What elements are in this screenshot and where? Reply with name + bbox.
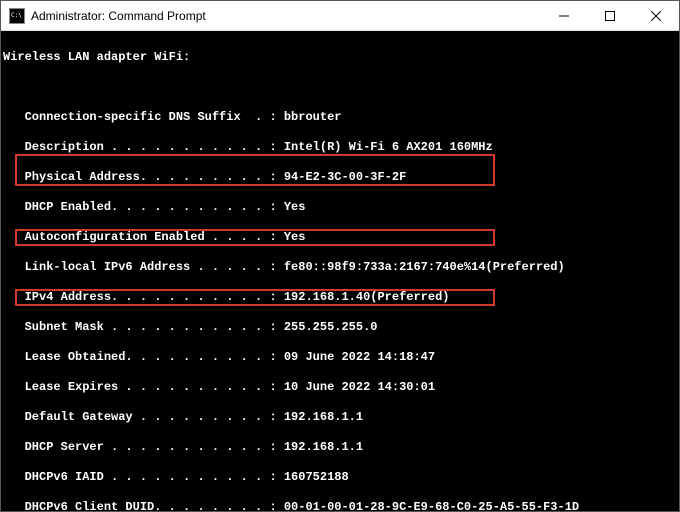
row-lease-exp: Lease Expires . . . . . . . . . . : 10 J… (3, 380, 677, 395)
row-dhcpv6-duid: DHCPv6 Client DUID. . . . . . . . : 00-0… (3, 500, 677, 511)
wifi-header: Wireless LAN adapter WiFi: (3, 50, 677, 65)
row-ipv4: IPv4 Address. . . . . . . . . . . : 192.… (3, 290, 677, 305)
cmd-icon (9, 8, 25, 24)
titlebar-left: Administrator: Command Prompt (1, 8, 206, 24)
terminal-output[interactable]: Wireless LAN adapter WiFi: Connection-sp… (1, 31, 679, 511)
minimize-button[interactable] (541, 1, 587, 30)
window-frame: Administrator: Command Prompt Wireless L… (0, 0, 680, 512)
row-gateway: Default Gateway . . . . . . . . . : 192.… (3, 410, 677, 425)
row-phys-addr: Physical Address. . . . . . . . . : 94-E… (3, 170, 677, 185)
row-dhcp-enabled: DHCP Enabled. . . . . . . . . . . : Yes (3, 200, 677, 215)
row-ll-ipv6: Link-local IPv6 Address . . . . . : fe80… (3, 260, 677, 275)
row-subnet: Subnet Mask . . . . . . . . . . . : 255.… (3, 320, 677, 335)
row-autoconf: Autoconfiguration Enabled . . . . : Yes (3, 230, 677, 245)
maximize-button[interactable] (587, 1, 633, 30)
row-dhcp-server: DHCP Server . . . . . . . . . . . : 192.… (3, 440, 677, 455)
row-dns-suffix: Connection-specific DNS Suffix . : bbrou… (3, 110, 677, 125)
row-lease-obt: Lease Obtained. . . . . . . . . . : 09 J… (3, 350, 677, 365)
titlebar[interactable]: Administrator: Command Prompt (1, 1, 679, 31)
window-buttons (541, 1, 679, 30)
close-button[interactable] (633, 1, 679, 30)
row-dhcpv6-iaid: DHCPv6 IAID . . . . . . . . . . . : 1607… (3, 470, 677, 485)
row-description: Description . . . . . . . . . . . : Inte… (3, 140, 677, 155)
window-title: Administrator: Command Prompt (31, 9, 206, 23)
